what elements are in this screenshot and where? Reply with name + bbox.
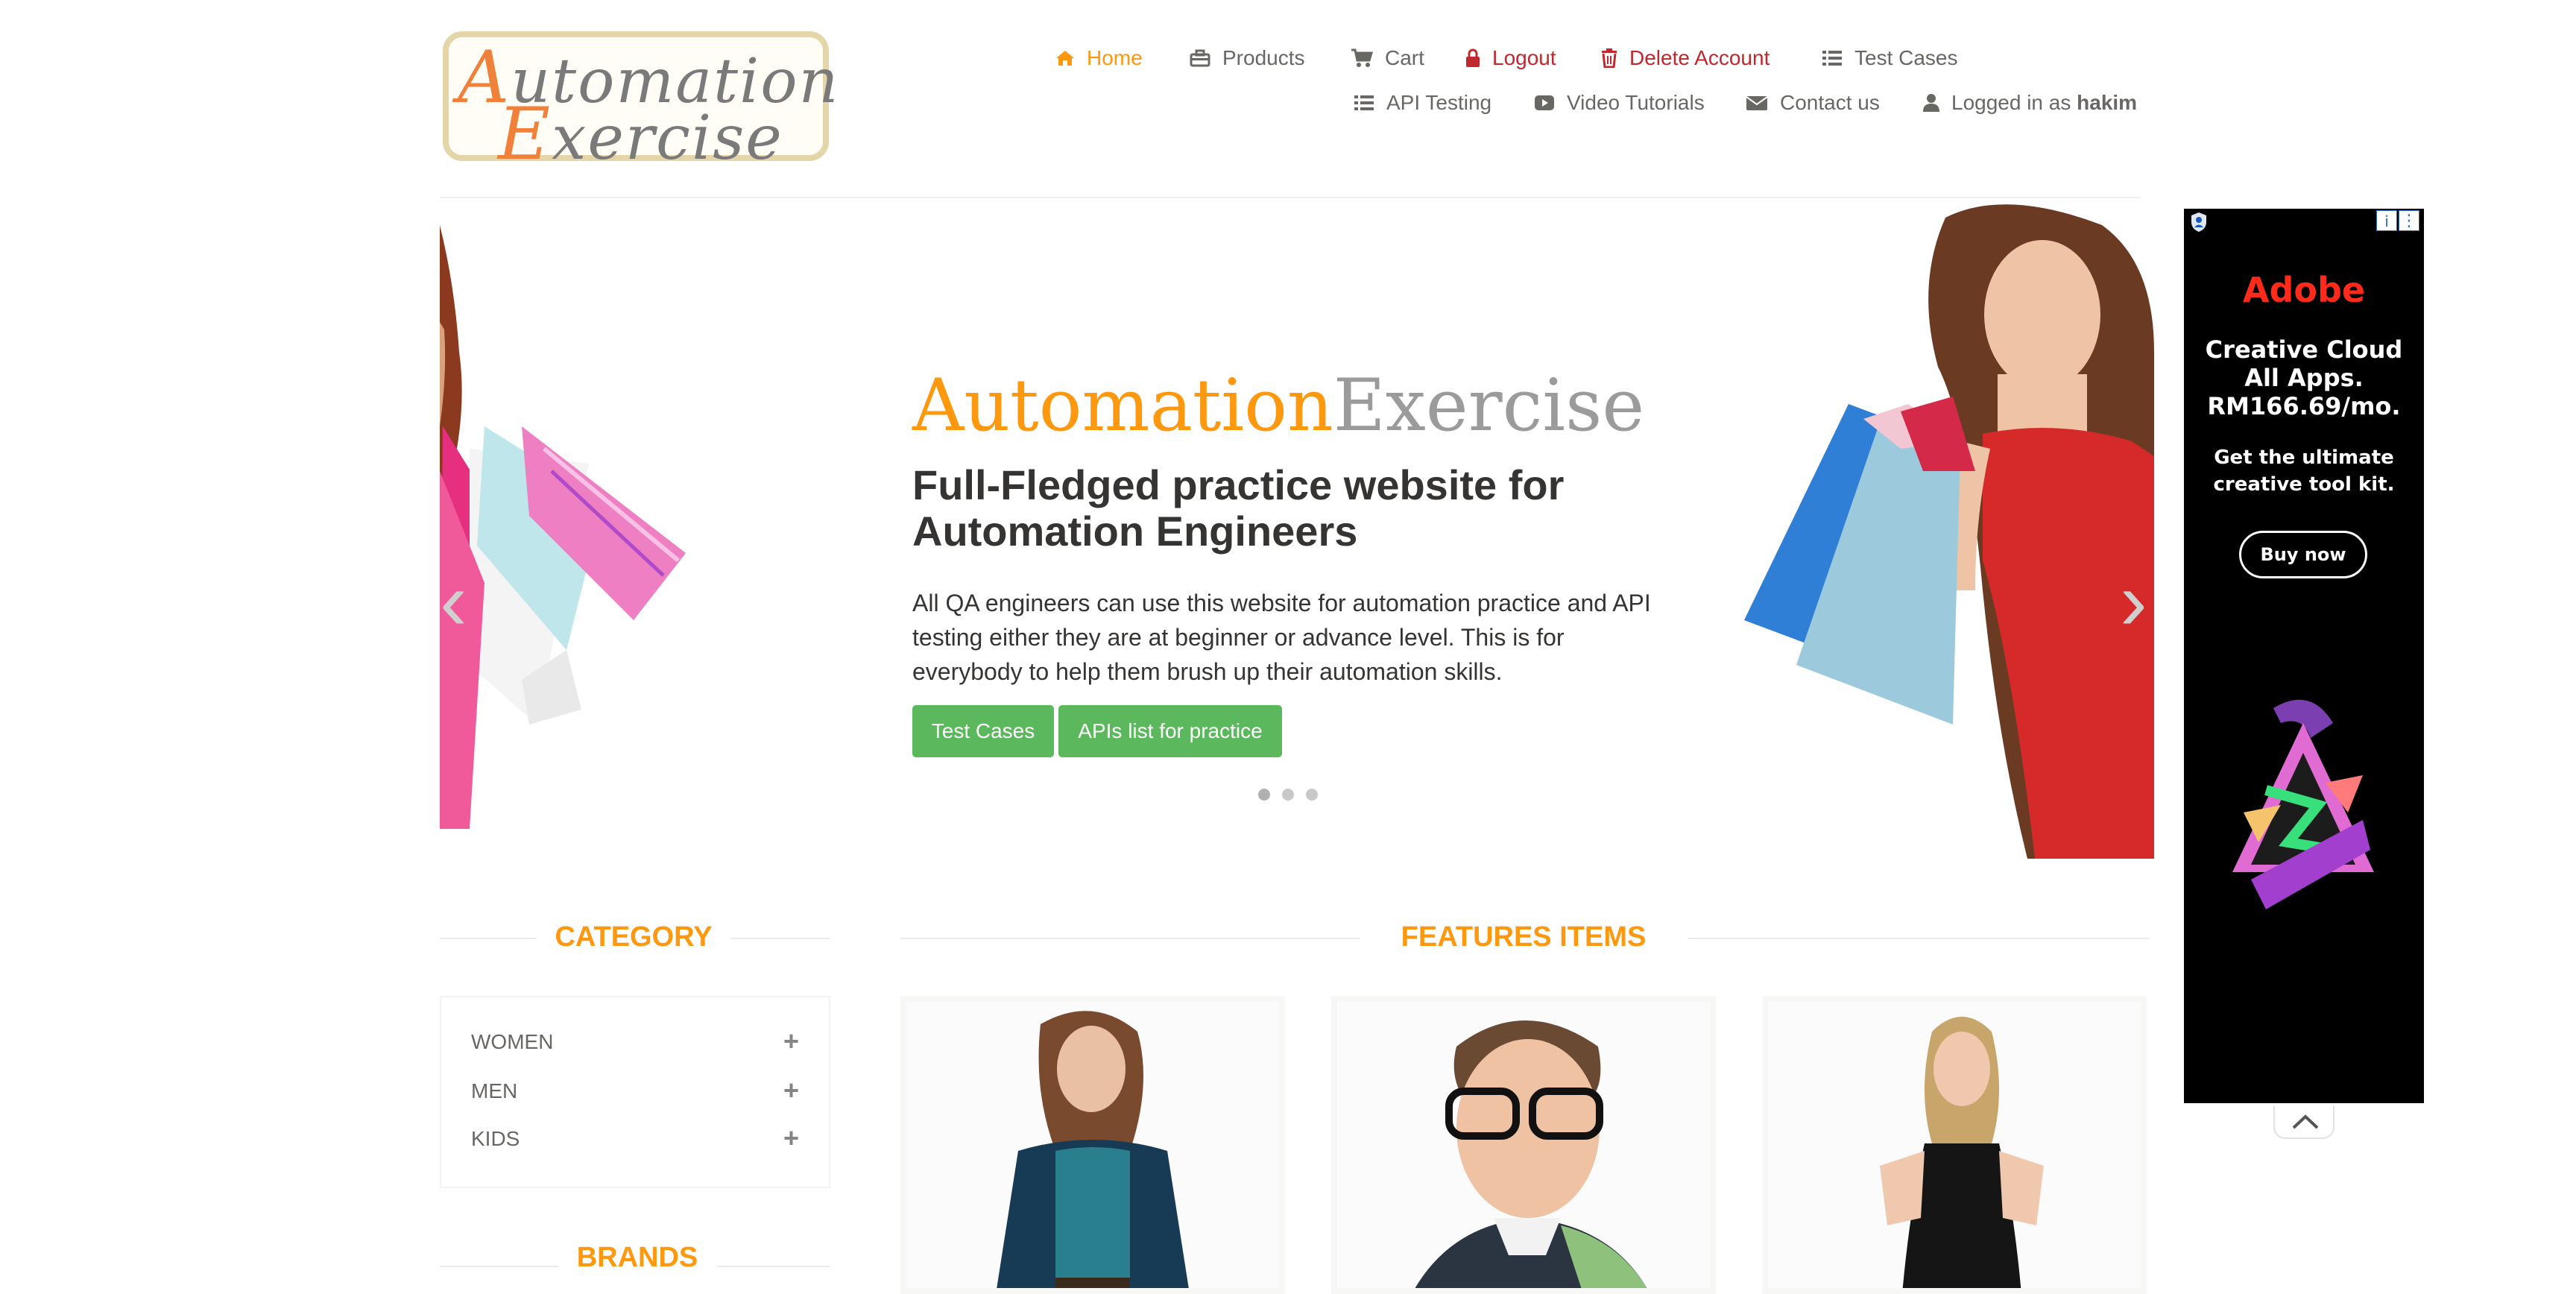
expand-men-icon[interactable]: + <box>783 1075 799 1106</box>
category-women[interactable]: WOMEN + <box>471 1026 799 1060</box>
brands-rule-right <box>717 1266 830 1267</box>
logo-line-2: Exercise <box>498 92 783 176</box>
test-cases-button[interactable]: Test Cases <box>912 705 1054 757</box>
user-icon <box>1923 94 1939 112</box>
cart-icon <box>1351 48 1373 67</box>
nav-api-testing[interactable]: API Testing <box>1354 91 1491 115</box>
brands-rule-left <box>440 1266 559 1267</box>
ad-headline: Creative Cloud All Apps. RM166.69/mo. <box>2205 335 2403 420</box>
category-men[interactable]: MEN + <box>471 1075 799 1109</box>
category-title: CATEGORY <box>555 921 713 953</box>
nav-home-label: Home <box>1087 46 1143 69</box>
site-logo[interactable]: Automation Exercise <box>443 31 838 170</box>
product-image-3 <box>1880 1017 2044 1288</box>
category-women-label: WOMEN <box>471 1030 554 1053</box>
product-card-3[interactable] <box>1762 996 2147 1294</box>
category-panel: WOMEN + MEN + KIDS + <box>440 996 830 1188</box>
nav-video-tutorials-label: Video Tutorials <box>1567 91 1705 114</box>
apis-list-button[interactable]: APIs list for practice <box>1058 705 1282 757</box>
ad-menu-icon[interactable]: ⋮ <box>2399 210 2419 231</box>
username: hakim <box>2077 91 2138 114</box>
chevron-up-icon <box>2292 1114 2319 1129</box>
features-rule-left <box>900 938 1360 939</box>
category-rule-right <box>730 938 830 939</box>
category-kids[interactable]: KIDS + <box>471 1123 799 1157</box>
features-title: FEATURES ITEMS <box>1401 921 1647 953</box>
ad-info-icon[interactable]: i <box>2376 210 2397 231</box>
nav-logout[interactable]: Logout <box>1465 46 1556 70</box>
nav-test-cases-label: Test Cases <box>1854 46 1958 69</box>
nav-home[interactable]: Home <box>1055 46 1143 70</box>
ad-privacy-icon[interactable] <box>2190 212 2208 233</box>
logged-in-label: Logged in as hakim <box>1951 91 2138 114</box>
ad-collapse-tab[interactable] <box>2273 1106 2334 1139</box>
nav-products[interactable]: Products <box>1190 46 1305 70</box>
hero-right-image <box>1744 204 2154 859</box>
nav-delete-account[interactable]: Delete Account <box>1601 46 1770 70</box>
nav-logged-in-user: Logged in as hakim <box>1923 91 2137 115</box>
product-card-2[interactable] <box>1331 996 1716 1294</box>
product-card-1[interactable] <box>900 996 1285 1294</box>
brands-title: BRANDS <box>576 1242 698 1273</box>
adobe-advertisement[interactable]: i ⋮ Adobe Creative Cloud All Apps. RM166… <box>2184 209 2424 1103</box>
category-rule-left <box>440 938 537 939</box>
nav-logout-label: Logout <box>1492 46 1556 69</box>
features-rule-right <box>1688 938 2150 939</box>
category-men-label: MEN <box>471 1079 518 1102</box>
hero-left-image <box>440 225 686 829</box>
ad-subline: Get the ultimate creative tool kit. <box>2213 446 2395 496</box>
nav-test-cases[interactable]: Test Cases <box>1822 46 1958 70</box>
briefcase-icon <box>1190 49 1210 67</box>
slider-dot-3[interactable] <box>1306 789 1318 801</box>
nav-delete-account-label: Delete Account <box>1629 46 1770 69</box>
ad-buy-now-button[interactable]: Buy now <box>2239 531 2367 578</box>
slider-heading: Full-Fledged practice website for Automa… <box>912 461 1565 555</box>
lock-icon <box>1466 48 1480 67</box>
expand-women-icon[interactable]: + <box>783 1026 799 1057</box>
product-image-1 <box>997 1011 1189 1288</box>
slider-dot-2[interactable] <box>1282 789 1294 801</box>
expand-kids-icon[interactable]: + <box>783 1123 799 1154</box>
nav-api-testing-label: API Testing <box>1386 91 1492 114</box>
nav-contact-us-label: Contact us <box>1780 91 1880 114</box>
product-image-2 <box>1415 1020 1647 1288</box>
list-icon <box>1822 51 1842 66</box>
nav-contact-us[interactable]: Contact us <box>1746 91 1880 115</box>
slider-dot-1[interactable] <box>1258 789 1270 801</box>
ad-brand: Adobe <box>2242 270 2366 310</box>
ad-artwork <box>2232 699 2374 909</box>
category-kids-label: KIDS <box>471 1127 520 1150</box>
envelope-icon <box>1746 96 1768 110</box>
video-icon <box>1535 95 1554 110</box>
nav-cart-label: Cart <box>1385 46 1424 69</box>
nav-products-label: Products <box>1222 46 1305 69</box>
slider-description: All QA engineers can use this website fo… <box>912 590 1651 685</box>
list-icon <box>1354 95 1374 110</box>
trash-icon <box>1602 48 1617 68</box>
slider-title: AutomationExercise <box>912 364 1645 447</box>
slider-prev-arrow[interactable]: ‹ <box>440 561 467 643</box>
home-icon <box>1056 51 1074 66</box>
nav-cart[interactable]: Cart <box>1351 46 1424 70</box>
slider-next-arrow[interactable]: › <box>2120 561 2147 643</box>
nav-video-tutorials[interactable]: Video Tutorials <box>1534 91 1705 115</box>
header-divider <box>440 197 2141 198</box>
